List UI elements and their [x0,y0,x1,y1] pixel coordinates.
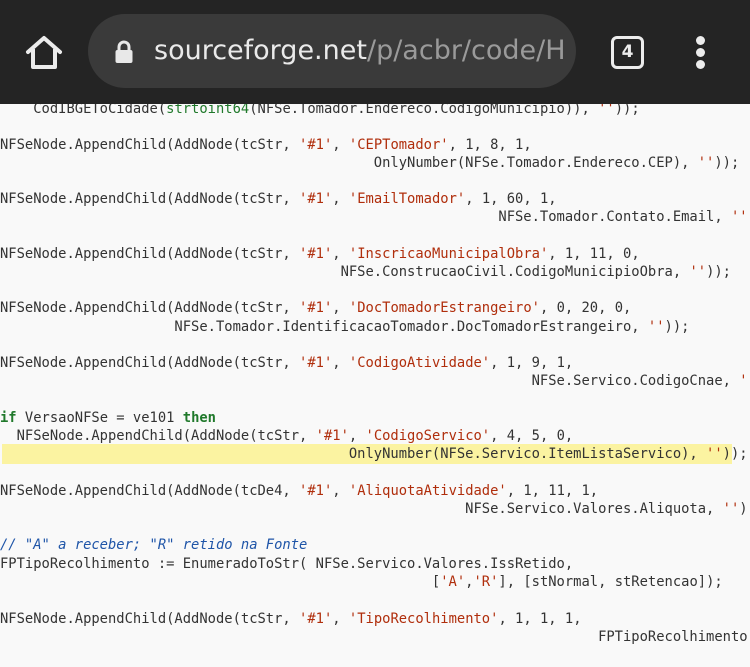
code-line: NFSe.ConstrucaoCivil.CodigoMunicipioObra… [0,264,731,280]
code-line: if VersaoNFSe = ve101 then [0,410,216,426]
code-line: NFSe.Servico.Valores.Aliquota, '')); [0,501,750,517]
browser-toolbar: sourceforge.net/p/acbr/code/H 4 [0,0,750,104]
code-line: NFSeNode.AppendChild(AddNode(tcStr, '#1'… [0,611,582,627]
code-line: OnlyNumber(NFSe.Tomador.Endereco.CEP), '… [0,155,740,171]
home-button[interactable] [24,34,64,70]
home-icon [26,36,62,69]
menu-icon [694,36,706,69]
address-bar[interactable]: sourceforge.net/p/acbr/code/H [88,14,576,88]
code-line: FPTipoRecolhimento, '')); [0,629,750,645]
tab-count: 4 [621,42,634,62]
code-line: NFSeNode.AppendChild(AddNode(tcStr, '#1'… [0,191,557,207]
code-line: NFSe.Servico.CodigoCnae, '')); [0,373,750,389]
code-line: NFSeNode.AppendChild(AddNode(tcStr, '#1'… [0,246,640,262]
code-line: FPTipoRecolhimento := EnumeradoToStr( NF… [0,556,574,572]
lock-icon [115,40,133,63]
code-line: NFSeNode.AppendChild(AddNode(tcStr, '#1'… [0,355,574,371]
menu-button[interactable] [694,36,706,69]
code-line: ['A','R'], [stNormal, stRetencao]); [0,574,723,590]
url-path: /p/acbr/code/H [366,35,566,66]
code-line: NFSeNode.AppendChild(AddNode(tcStr, '#1'… [0,137,532,153]
url-host: sourceforge.net [154,35,367,66]
code-line: NFSe.Tomador.IdentificacaoTomador.DocTom… [0,319,690,335]
code-line: NFSe.Tomador.Contato.Email, '')); [0,209,750,225]
code-view: CodIBGEToCidade(strtoint64(NFSe.Tomador.… [0,90,750,667]
url-text: sourceforge.net/p/acbr/code/H [154,14,566,88]
code-line: NFSeNode.AppendChild(AddNode(tcDe4, '#1'… [0,483,599,499]
code-line: NFSeNode.AppendChild(AddNode(tcStr, '#1'… [0,428,574,444]
code-line: OnlyNumber(NFSe.Servico.ItemListaServico… [0,446,748,462]
code-line: NFSeNode.AppendChild(AddNode(tcStr, '#1'… [0,300,632,316]
code-comment: // "A" a receber; "R" retido na Fonte [0,537,308,553]
tabs-button[interactable]: 4 [611,36,644,69]
